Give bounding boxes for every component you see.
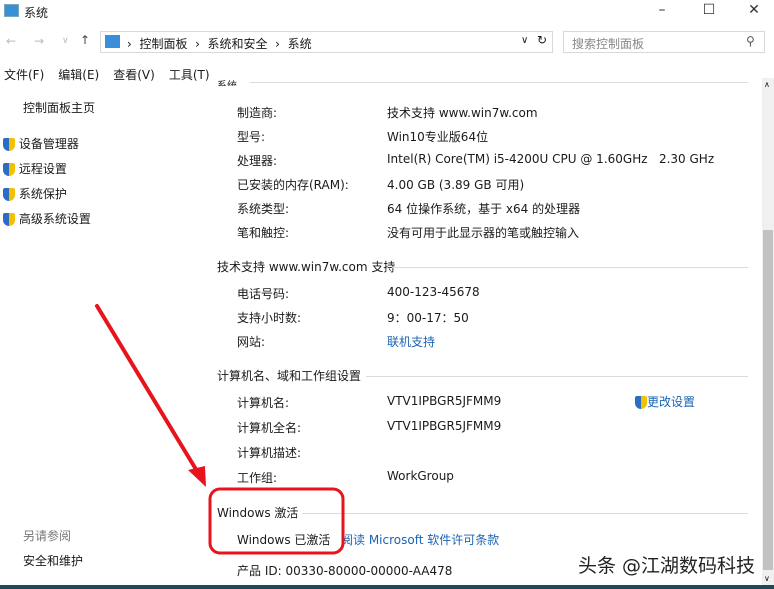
red-highlight-box xyxy=(208,487,345,555)
taskbar-edge xyxy=(0,585,774,589)
red-arrowhead-icon xyxy=(188,466,206,487)
red-arrow-icon xyxy=(95,304,202,478)
annotation-overlay xyxy=(95,304,345,555)
watermark: 头条 @江湖数码科技 xyxy=(578,555,756,577)
